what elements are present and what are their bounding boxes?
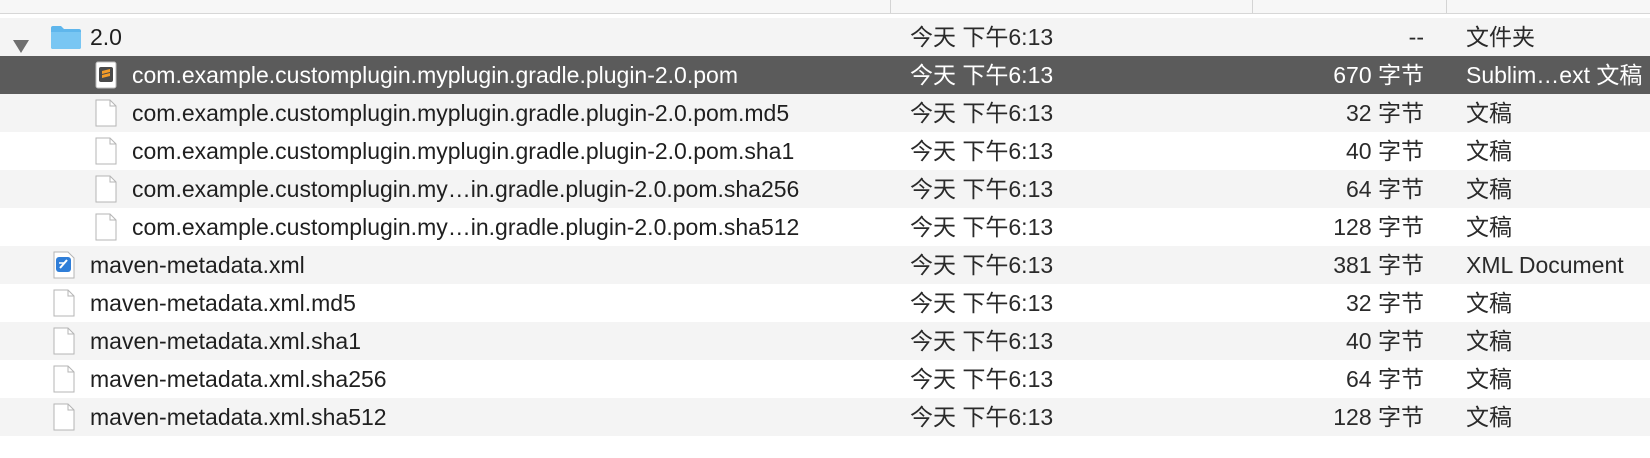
file-size: -- [1408,24,1424,50]
file-name: maven-metadata.xml.sha1 [90,328,362,354]
file-kind: 文稿 [1466,328,1512,354]
file-row[interactable]: maven-metadata.xml 今天 下午6:13 381 字节 XML … [0,246,1650,284]
file-row[interactable]: maven-metadata.xml.sha256 今天 下午6:13 64 字… [0,360,1650,398]
file-kind: 文件夹 [1466,24,1535,50]
file-kind: Sublim…ext 文稿 [1466,62,1643,88]
column-header[interactable] [0,0,1650,14]
file-name: maven-metadata.xml.sha512 [90,404,387,430]
date-modified: 今天 下午6:13 [910,24,1054,50]
file-kind: 文稿 [1466,366,1512,392]
file-name: 2.0 [90,24,122,50]
disclosure-triangle-icon[interactable] [10,29,34,53]
file-name: com.example.customplugin.myplugin.gradle… [132,138,795,164]
file-list: 2.0 今天 下午6:13 -- 文件夹 com.example.customp… [0,18,1650,436]
file-row[interactable]: maven-metadata.xml.md5 今天 下午6:13 32 字节 文… [0,284,1650,322]
file-kind: 文稿 [1466,138,1512,164]
date-modified: 今天 下午6:13 [910,328,1054,354]
file-name: com.example.customplugin.myplugin.gradle… [132,100,790,126]
file-name: com.example.customplugin.my…in.gradle.pl… [132,214,800,240]
date-modified: 今天 下午6:13 [910,138,1054,164]
file-row-selected[interactable]: com.example.customplugin.myplugin.gradle… [0,56,1650,94]
date-modified: 今天 下午6:13 [910,100,1054,126]
date-modified: 今天 下午6:13 [910,62,1054,88]
file-size: 64 字节 [1346,366,1424,392]
file-size: 381 字节 [1333,252,1424,278]
file-kind: 文稿 [1466,100,1512,126]
date-modified: 今天 下午6:13 [910,214,1054,240]
column-divider[interactable] [1446,0,1447,13]
file-name: maven-metadata.xml.sha256 [90,366,387,392]
file-row[interactable]: com.example.customplugin.my…in.gradle.pl… [0,170,1650,208]
file-row[interactable]: com.example.customplugin.my…in.gradle.pl… [0,208,1650,246]
file-kind: 文稿 [1466,214,1512,240]
file-row[interactable]: com.example.customplugin.myplugin.gradle… [0,94,1650,132]
file-size: 64 字节 [1346,176,1424,202]
column-divider[interactable] [890,0,891,13]
file-size: 32 字节 [1346,290,1424,316]
folder-row[interactable]: 2.0 今天 下午6:13 -- 文件夹 [0,18,1650,56]
file-name: com.example.customplugin.myplugin.gradle… [132,62,738,88]
file-size: 670 字节 [1333,62,1424,88]
file-row[interactable]: maven-metadata.xml.sha1 今天 下午6:13 40 字节 … [0,322,1650,360]
file-kind: 文稿 [1466,176,1512,202]
file-name: com.example.customplugin.my…in.gradle.pl… [132,176,800,202]
column-divider[interactable] [1252,0,1253,13]
date-modified: 今天 下午6:13 [910,252,1054,278]
file-name: maven-metadata.xml.md5 [90,290,356,316]
date-modified: 今天 下午6:13 [910,404,1054,430]
empty-list-area[interactable] [0,436,1650,458]
date-modified: 今天 下午6:13 [910,366,1054,392]
file-size: 128 字节 [1333,404,1424,430]
file-kind: XML Document [1466,252,1624,278]
file-row[interactable]: maven-metadata.xml.sha512 今天 下午6:13 128 … [0,398,1650,436]
file-size: 40 字节 [1346,138,1424,164]
file-row[interactable]: com.example.customplugin.myplugin.gradle… [0,132,1650,170]
file-size: 40 字节 [1346,328,1424,354]
date-modified: 今天 下午6:13 [910,290,1054,316]
file-size: 128 字节 [1333,214,1424,240]
date-modified: 今天 下午6:13 [910,176,1054,202]
file-size: 32 字节 [1346,100,1424,126]
file-name: maven-metadata.xml [90,252,305,278]
file-kind: 文稿 [1466,290,1512,316]
file-kind: 文稿 [1466,404,1512,430]
